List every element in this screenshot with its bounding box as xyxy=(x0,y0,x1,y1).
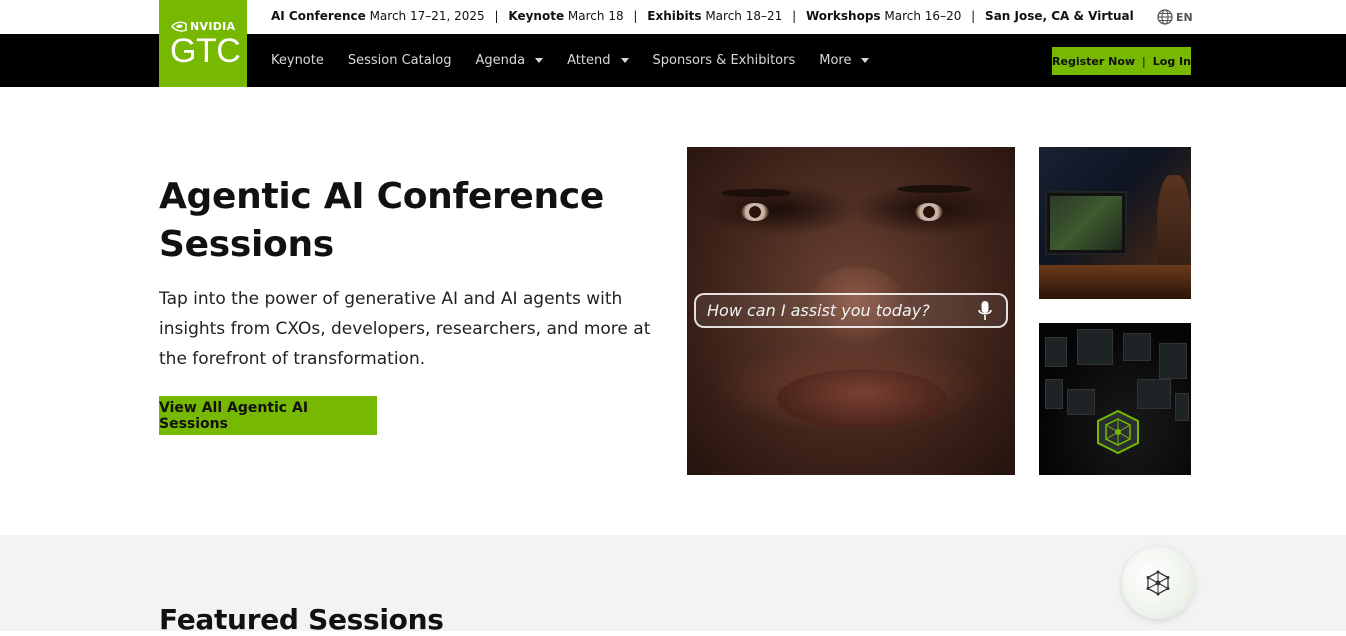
caret-down-icon xyxy=(535,58,544,63)
nav-item-label: Session Catalog xyxy=(347,53,452,68)
separator: | xyxy=(494,9,499,23)
event-value-conference: March 17–21, 2025 xyxy=(369,9,485,23)
tile xyxy=(1045,379,1063,409)
event-value-keynote: March 18 xyxy=(567,9,624,23)
tile xyxy=(1159,343,1187,379)
nav-item-label: Attend xyxy=(567,53,611,68)
language-selector[interactable]: EN xyxy=(1157,9,1193,25)
nav-item-more[interactable]: More xyxy=(819,53,870,68)
face-lips xyxy=(777,369,947,429)
nav-item-label: Sponsors & Exhibitors xyxy=(652,53,796,68)
nav-item-sponsors-exhibitors[interactable]: Sponsors & Exhibitors xyxy=(653,53,796,68)
cta-separator: | xyxy=(1142,54,1146,68)
nav-item-label: More xyxy=(819,53,852,68)
assist-prompt-bar: How can I assist you today? xyxy=(694,293,1008,328)
microphone-icon xyxy=(978,300,992,320)
separator: | xyxy=(971,9,976,23)
ai-assistant-button[interactable] xyxy=(1122,547,1194,619)
nav-item-session-catalog[interactable]: Session Catalog xyxy=(348,53,452,68)
face-brow xyxy=(721,189,791,197)
featured-sessions-title: Featured Sessions xyxy=(159,603,444,636)
nvidia-gtc-logo[interactable]: NVIDIA GTC xyxy=(159,0,247,87)
event-label-keynote: Keynote xyxy=(508,9,565,23)
monitor-screen xyxy=(1050,196,1122,250)
event-dates: AI Conference March 17–21, 2025 | Keynot… xyxy=(271,9,1134,23)
nav-menu: Keynote Session Catalog Agenda Attend Sp… xyxy=(271,34,893,87)
register-login-cta: Register Now | Log In xyxy=(1052,47,1191,75)
ai-cube-icon xyxy=(1097,409,1139,455)
event-label-exhibits: Exhibits xyxy=(647,9,702,23)
tile xyxy=(1045,337,1067,367)
view-all-sessions-button[interactable]: View All Agentic AI Sessions xyxy=(159,396,377,435)
nav-item-label: Agenda xyxy=(475,53,526,68)
tile xyxy=(1123,333,1151,361)
image-ai-agents-graphic xyxy=(1039,323,1191,475)
nav-item-label: Keynote xyxy=(271,53,324,68)
nvidia-eye-icon xyxy=(171,21,187,32)
face-brow xyxy=(897,185,972,193)
hero-description: Tap into the power of generative AI and … xyxy=(159,289,651,369)
language-label: EN xyxy=(1176,10,1193,24)
hero-title: Agentic AI Conference Sessions xyxy=(159,176,605,265)
event-label-conference: AI Conference xyxy=(271,9,366,23)
event-value-exhibits: March 18–21 xyxy=(705,9,783,23)
image-developer-workstation xyxy=(1039,147,1191,299)
nav-item-keynote[interactable]: Keynote xyxy=(271,53,324,68)
assist-prompt-text: How can I assist you today? xyxy=(707,301,930,320)
register-now-button[interactable]: Register Now xyxy=(1052,55,1135,68)
tile xyxy=(1175,393,1189,421)
caret-down-icon xyxy=(861,58,870,63)
event-value-workshops: March 16–20 xyxy=(884,9,962,23)
nav-item-agenda[interactable]: Agenda xyxy=(476,53,544,68)
event-label-workshops: Workshops xyxy=(805,9,881,23)
nav-item-attend[interactable]: Attend xyxy=(567,53,629,68)
event-location: San Jose, CA & Virtual xyxy=(985,9,1134,23)
log-in-button[interactable]: Log In xyxy=(1153,55,1191,68)
tile xyxy=(1137,379,1171,409)
separator: | xyxy=(792,9,797,23)
hero-image-face: How can I assist you today? xyxy=(687,147,1015,475)
separator: | xyxy=(633,9,638,23)
tile xyxy=(1077,329,1113,365)
monitor xyxy=(1045,191,1127,255)
desk xyxy=(1039,265,1191,299)
ai-network-icon xyxy=(1146,570,1170,596)
product-label: GTC xyxy=(170,32,241,70)
caret-down-icon xyxy=(620,58,629,63)
face-eye xyxy=(915,203,943,221)
globe-icon xyxy=(1157,9,1173,25)
tile xyxy=(1067,389,1095,415)
face-eye xyxy=(741,203,769,221)
